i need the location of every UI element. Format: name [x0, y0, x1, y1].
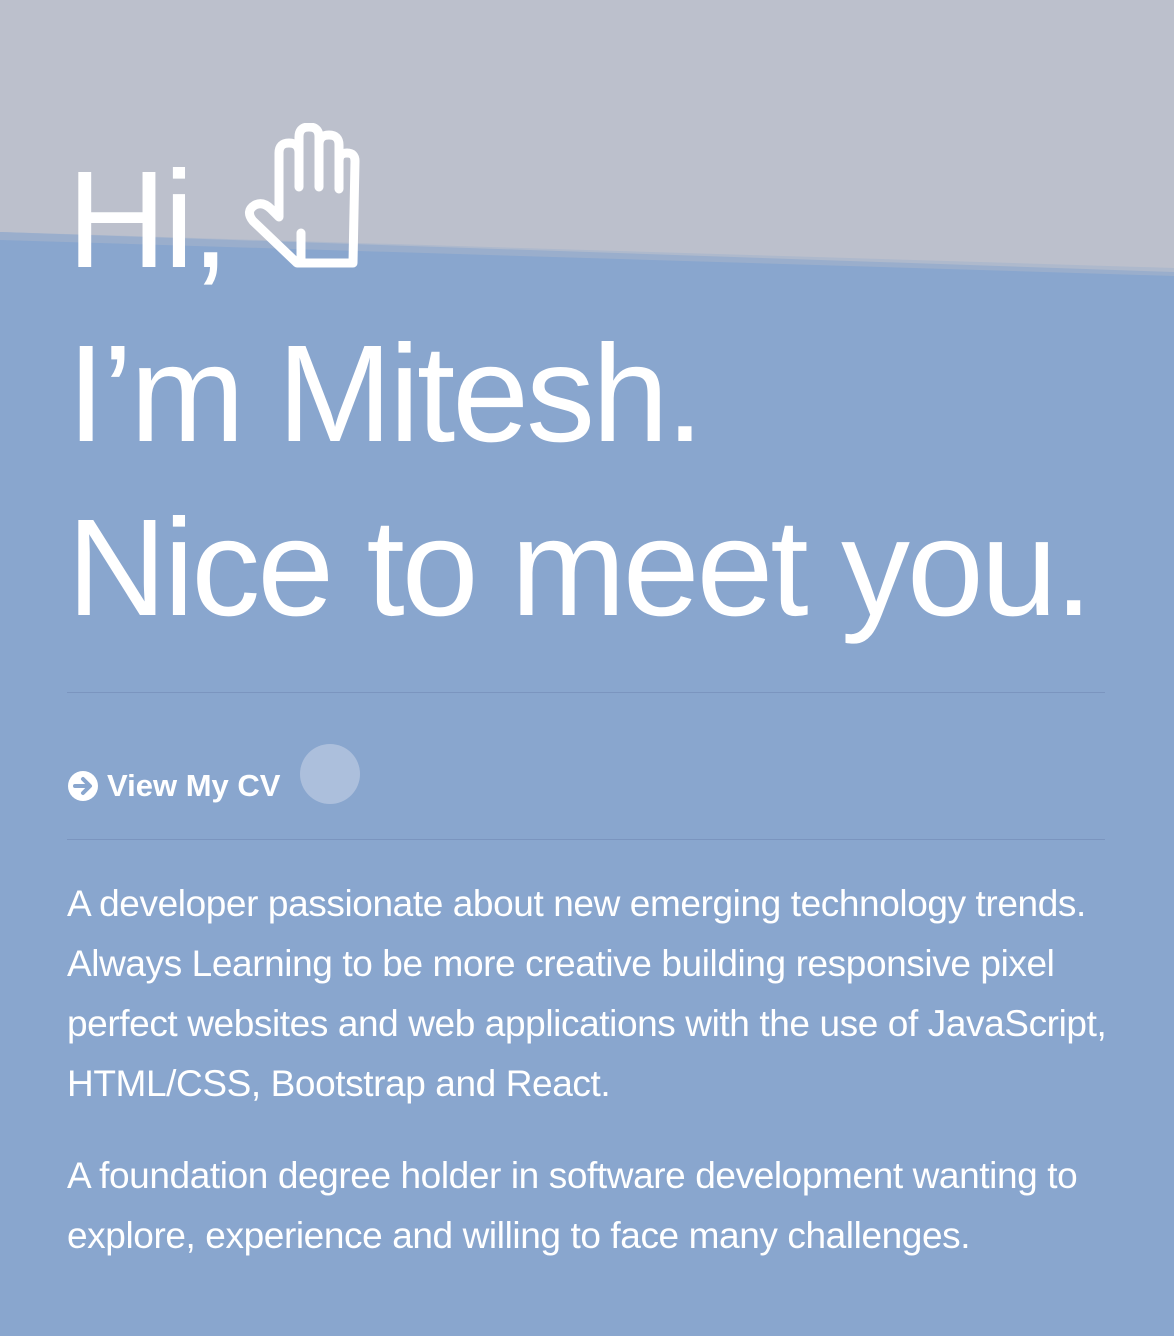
- about-paragraph-1: A developer passionate about new emergin…: [67, 883, 1107, 1104]
- about-paragraph-2: A foundation degree holder in software d…: [67, 1155, 1078, 1256]
- name-line: I’m Mitesh.: [67, 317, 704, 471]
- cursor-highlight: [300, 744, 360, 804]
- hero-headline: Hi, I’m Mitesh. Nice to meet you.: [67, 123, 1167, 655]
- divider-bottom: [67, 839, 1105, 840]
- arrow-circle-right-icon: [68, 771, 98, 801]
- tagline-line: Nice to meet you.: [67, 491, 1093, 645]
- waving-hand-icon: [244, 123, 360, 268]
- divider-top: [67, 692, 1105, 693]
- greeting-text: Hi,: [67, 143, 230, 297]
- view-cv-link[interactable]: View My CV: [67, 768, 280, 804]
- greeting-line: Hi,: [67, 123, 1167, 307]
- view-cv-label: View My CV: [107, 768, 281, 803]
